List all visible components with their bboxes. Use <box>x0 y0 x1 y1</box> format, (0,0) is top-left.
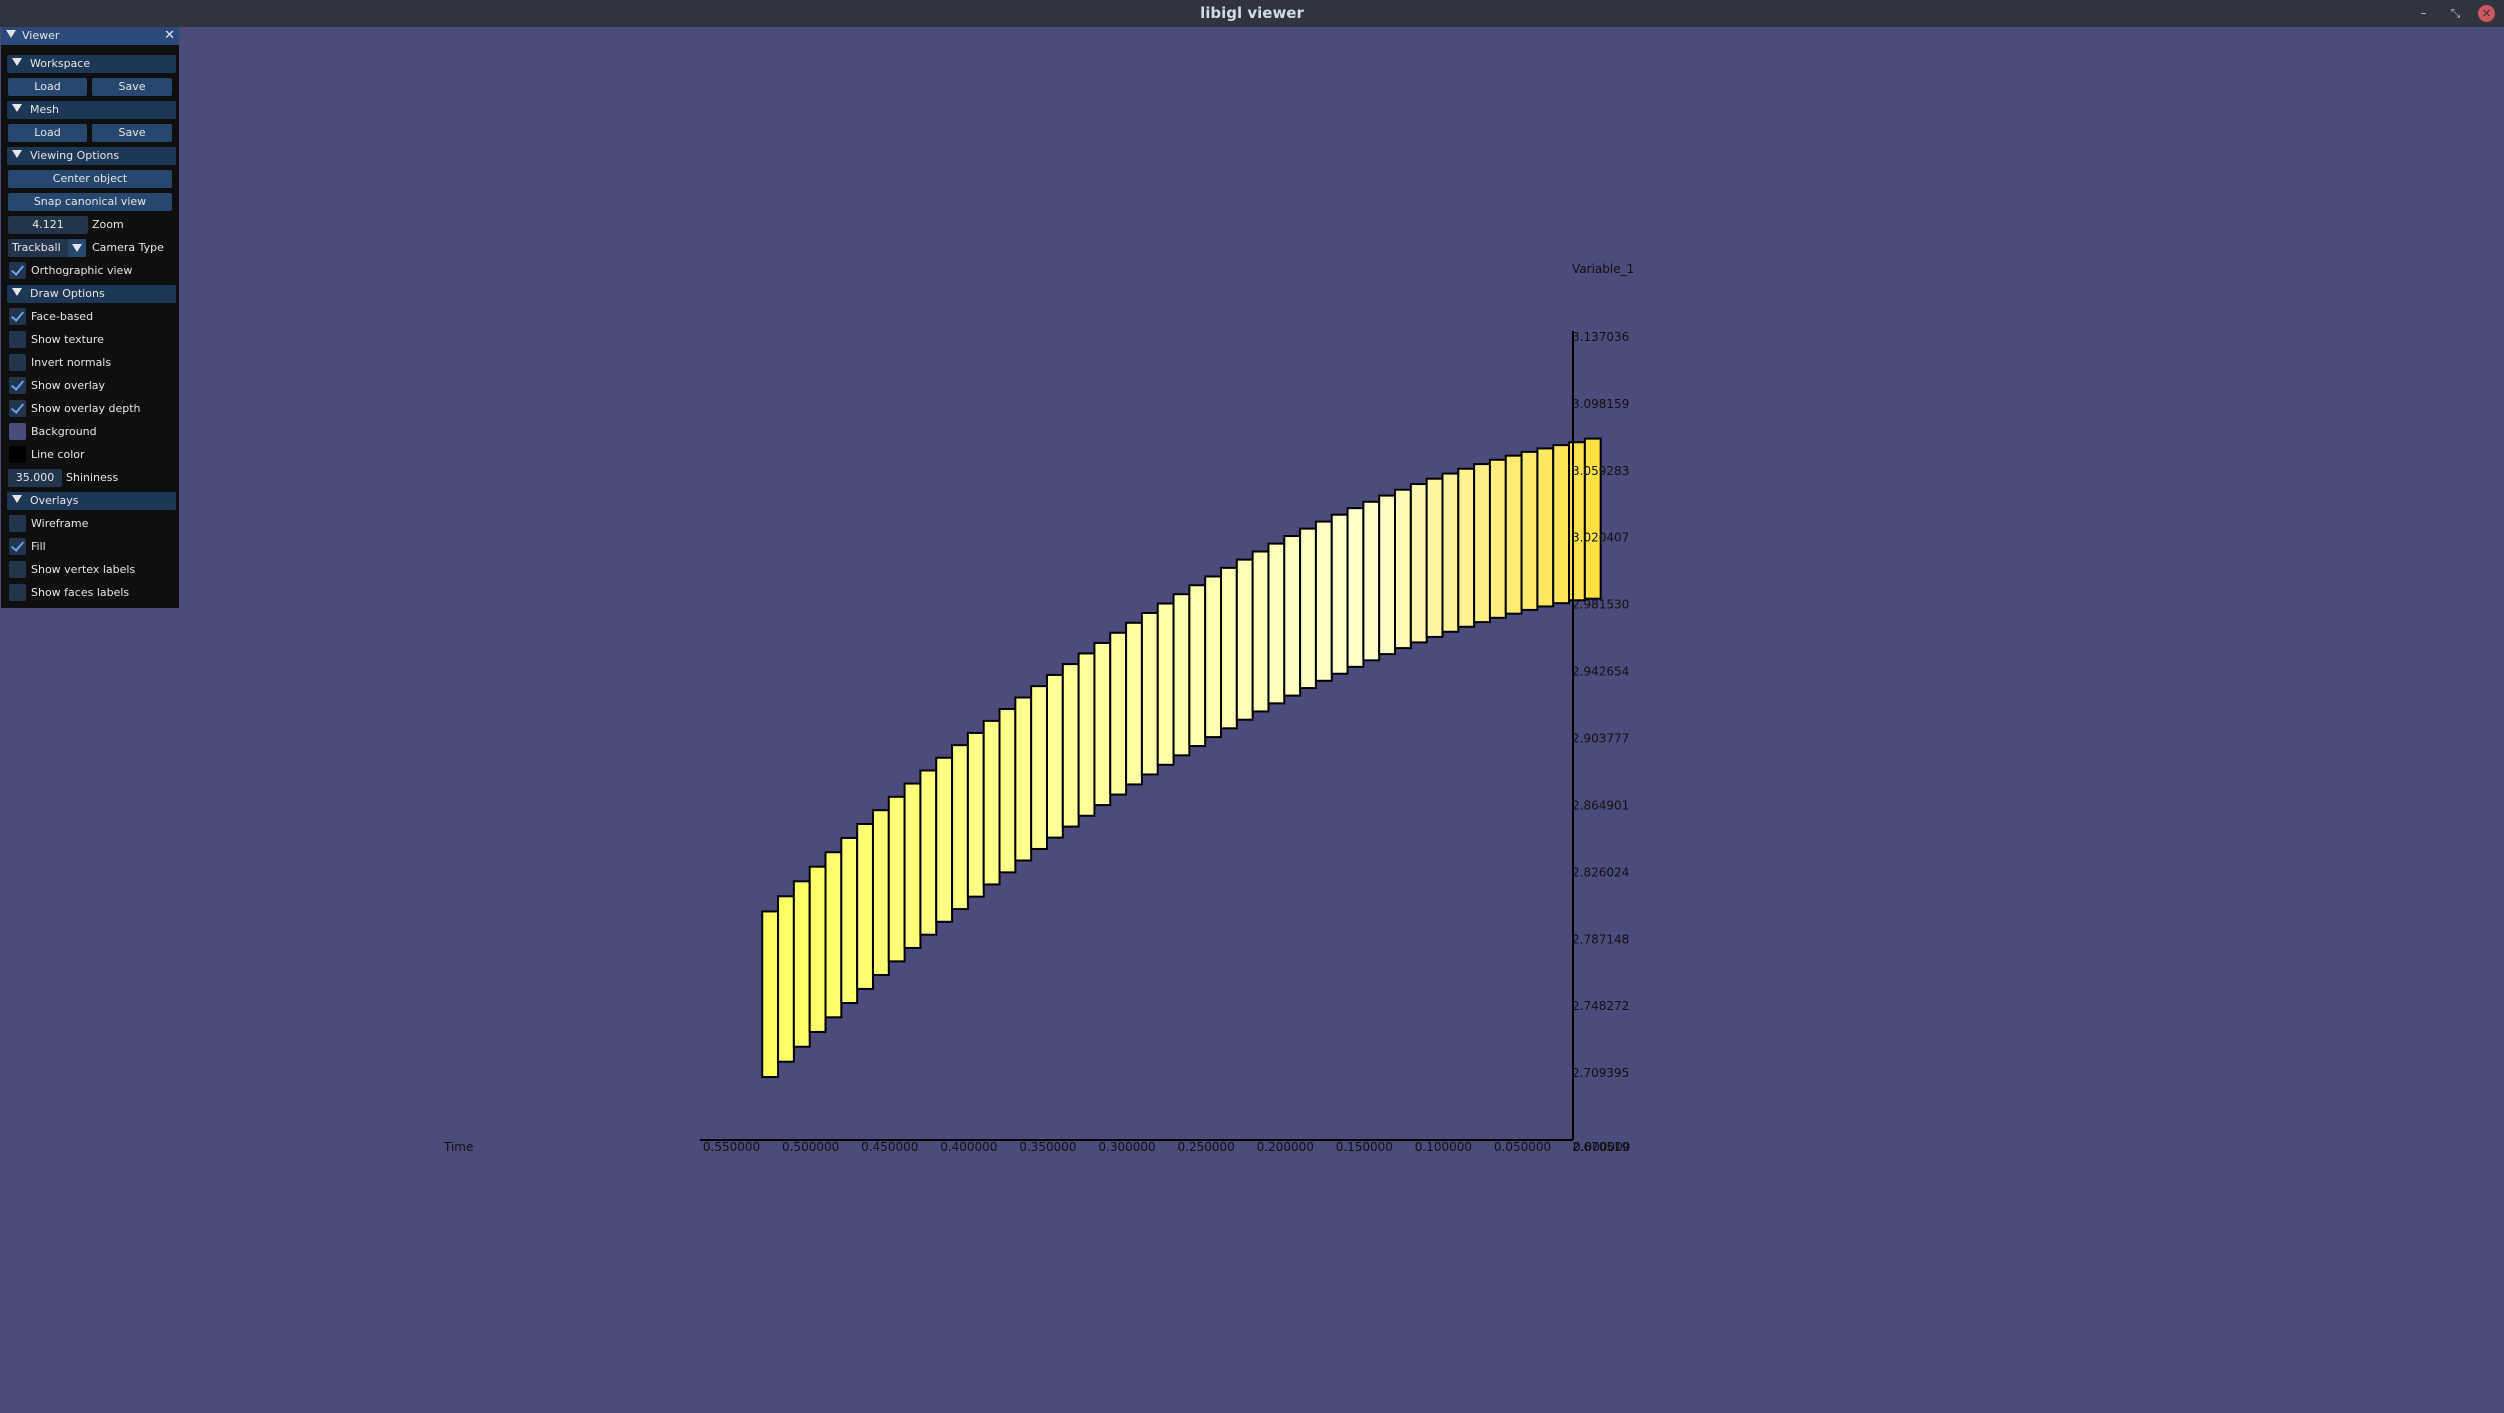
y-tick-label: 3.098159 <box>1572 397 1629 411</box>
bar-24 <box>1140 611 1159 776</box>
y-tick-label: 2.942654 <box>1572 665 1629 679</box>
bar-23 <box>1125 621 1143 786</box>
bar-7 <box>871 809 890 976</box>
x-tick-labels: 0.550000 0.500000 0.450000 0.400000 0.350000… <box>703 1140 1630 1154</box>
bar-39 <box>1378 494 1397 656</box>
bar-3 <box>808 865 827 1033</box>
bar-33 <box>1283 535 1302 697</box>
x-tick-label: 0.450000 <box>861 1140 918 1154</box>
bar-42 <box>1425 477 1444 638</box>
bar-18 <box>1045 673 1064 839</box>
bar-8 <box>887 795 906 963</box>
y-tick-label: 2.981530 <box>1572 598 1629 612</box>
bar-40 <box>1394 488 1412 650</box>
bar-37 <box>1346 507 1365 668</box>
y-tick-label: 2.709395 <box>1572 1066 1629 1080</box>
bar-27 <box>1188 584 1207 748</box>
bar-45 <box>1473 463 1491 624</box>
bar-10 <box>919 769 938 936</box>
bar-1 <box>777 895 795 1063</box>
y-tick-label: 2.787148 <box>1572 932 1629 946</box>
bar-28 <box>1204 575 1223 739</box>
bar-0 <box>761 910 780 1079</box>
x-tick-label: 0.350000 <box>1019 1140 1076 1154</box>
bar-31 <box>1251 550 1270 713</box>
bar-11 <box>935 756 954 923</box>
bar-35 <box>1314 520 1333 682</box>
y-tick-label: 3.020407 <box>1572 531 1629 545</box>
bar-43 <box>1441 472 1460 633</box>
bar-6 <box>856 823 874 990</box>
bar-36 <box>1330 513 1349 675</box>
bar-17 <box>1030 685 1048 850</box>
y-tick-label: 2.826024 <box>1572 865 1629 879</box>
bar-49 <box>1536 447 1555 608</box>
bar-12 <box>951 744 969 911</box>
bar-30 <box>1235 558 1254 721</box>
bar-15 <box>998 708 1017 874</box>
bar-5 <box>840 836 859 1005</box>
x-tick-label: 0.150000 <box>1336 1140 1393 1154</box>
x-tick-label: 0.250000 <box>1178 1140 1235 1154</box>
bar-21 <box>1093 641 1112 807</box>
bar-19 <box>1061 663 1080 828</box>
bar-14 <box>982 719 1001 886</box>
bar-34 <box>1299 527 1317 690</box>
y-tick-label: 3.137036 <box>1572 330 1629 344</box>
bar-50 <box>1552 444 1571 605</box>
x-axis-label: Time <box>443 1140 473 1154</box>
bar-52 <box>1583 437 1602 600</box>
x-tick-label: 0.050000 <box>1494 1140 1551 1154</box>
bar-2 <box>792 880 811 1048</box>
y-origin-label: 2.670519 <box>1572 1140 1629 1154</box>
x-tick-label: 0.200000 <box>1257 1140 1314 1154</box>
bar-41 <box>1409 483 1428 644</box>
bar-4 <box>824 851 843 1019</box>
bar-22 <box>1109 631 1128 796</box>
bar-9 <box>903 782 922 949</box>
bars-group <box>761 437 1602 1079</box>
bar-26 <box>1172 593 1191 757</box>
bar-44 <box>1457 467 1476 628</box>
x-tick-label: 0.550000 <box>703 1140 760 1154</box>
bar-29 <box>1220 566 1238 730</box>
y-tick-label: 2.748272 <box>1572 999 1629 1013</box>
bar-20 <box>1077 652 1096 817</box>
bar-38 <box>1362 500 1381 662</box>
mesh-viewport-chart[interactable]: 0.550000 0.500000 0.450000 0.400000 0.350000… <box>0 0 2504 1413</box>
x-tick-label: 0.300000 <box>1098 1140 1155 1154</box>
bar-25 <box>1156 602 1175 766</box>
y-axis-label: Variable_1 <box>1572 262 1634 276</box>
x-tick-label: 0.500000 <box>782 1140 839 1154</box>
x-tick-label: 0.400000 <box>940 1140 997 1154</box>
y-tick-label: 2.903777 <box>1572 732 1629 746</box>
x-tick-label: 0.100000 <box>1415 1140 1472 1154</box>
bar-32 <box>1267 542 1286 705</box>
bar-16 <box>1014 696 1033 862</box>
y-tick-label: 3.059283 <box>1572 464 1629 478</box>
bar-46 <box>1488 458 1507 619</box>
bar-48 <box>1520 450 1539 611</box>
y-tick-label: 2.864901 <box>1572 798 1629 812</box>
bar-47 <box>1504 454 1523 615</box>
bar-13 <box>966 731 985 898</box>
